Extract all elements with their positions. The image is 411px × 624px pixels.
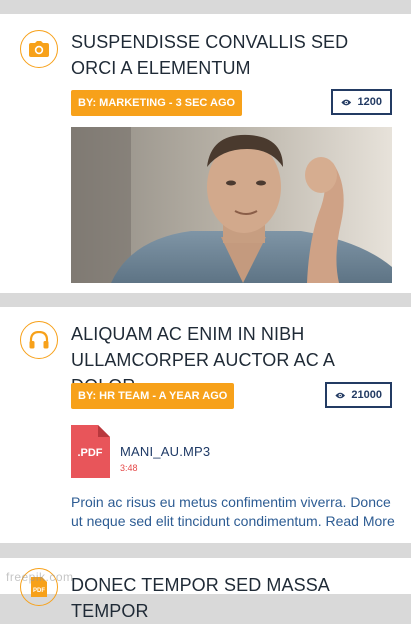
view-count-badge: 1200: [331, 89, 392, 115]
file-type-label: .PDF: [77, 447, 102, 459]
post-excerpt[interactable]: Proin ac risus eu metus confimentim vive…: [71, 493, 396, 531]
view-count: 1200: [357, 96, 382, 108]
view-count-badge: 21000: [325, 382, 392, 408]
headphones-icon: [20, 321, 58, 359]
post-image[interactable]: [71, 127, 392, 283]
file-name-link[interactable]: MANI_AU.MP3: [120, 444, 210, 459]
post-title[interactable]: DONEC TEMPOR SED MASSA TEMPOR: [71, 572, 391, 624]
post-card: SUSPENDISSE CONVALLIS SED ORCI A ELEMENT…: [0, 14, 411, 293]
pdf-icon-label: PDF: [33, 588, 45, 594]
pdf-file-icon[interactable]: .PDF: [71, 425, 110, 478]
author-badge[interactable]: BY: HR TEAM - A YEAR AGO: [71, 383, 235, 409]
watermark: freepik.com: [6, 570, 74, 584]
file-duration: 3:48: [120, 463, 138, 473]
camera-icon: [20, 30, 58, 68]
author-badge[interactable]: BY: MARKETING - 3 SEC AGO: [71, 90, 243, 116]
view-count: 21000: [351, 389, 382, 401]
eye-icon: [341, 99, 352, 105]
post-title[interactable]: SUSPENDISSE CONVALLIS SED ORCI A ELEMENT…: [71, 29, 391, 81]
eye-icon: [335, 392, 346, 398]
